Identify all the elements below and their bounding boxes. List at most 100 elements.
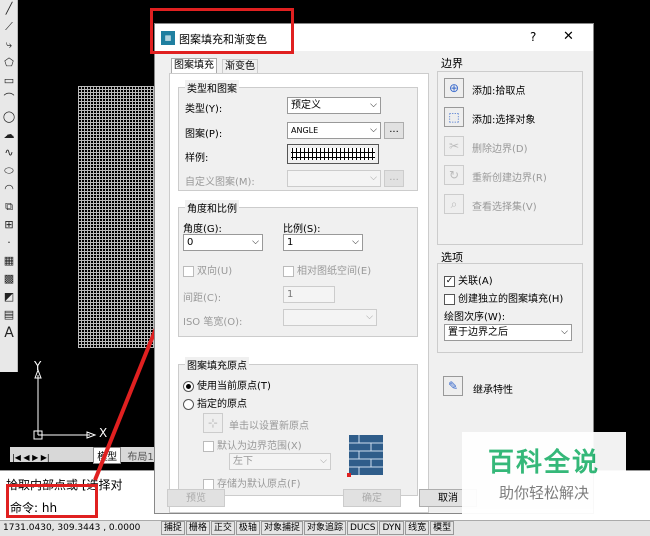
polygon-icon[interactable]: ⬠: [0, 54, 18, 72]
checkbox-box: [203, 440, 214, 452]
layout-tabs: |◀ ◀ ▶ ▶| 模型 布局1: [10, 447, 160, 464]
checkbox-box: [283, 265, 294, 277]
circle-icon[interactable]: ◯: [0, 108, 18, 126]
make-block-icon[interactable]: ⊞: [0, 216, 18, 234]
angle-scale-group: 角度和比例 角度(G): 0 ⌵ 比例(S): 1 ⌵ 双向(U) 相对图纸空间(E…: [178, 200, 418, 337]
checkbox-box: [183, 265, 194, 277]
iso-pen-width-label: ISO 笔宽(O):: [183, 317, 243, 328]
ok-button[interactable]: 确定: [343, 489, 401, 507]
status-toggle[interactable]: 线宽: [405, 521, 430, 535]
remove-boundaries-button[interactable]: ✂: [444, 136, 464, 156]
associative-checkbox[interactable]: ✓ 关联(A): [444, 272, 493, 287]
default-extent-checkbox[interactable]: 默认为边界范围(X): [203, 437, 302, 452]
chevron-down-icon: ⌵: [352, 237, 359, 247]
extent-position-select[interactable]: 左下 ⌵: [229, 453, 331, 470]
status-toggle[interactable]: 捕捉: [160, 521, 185, 535]
angle-label: 角度(G):: [183, 224, 222, 235]
tab-layout1[interactable]: 布局1: [124, 448, 156, 463]
recreate-boundary-button[interactable]: ↻: [444, 165, 464, 185]
tab-model[interactable]: 模型: [93, 447, 122, 464]
tab-panel: 类型和图案 类型(Y): 预定义 ⌵ 图案(P): ANGLE ⌵ ... 样例: …: [169, 73, 429, 513]
hatch-origin-group: 图案填充原点 使用当前原点(T) 指定的原点 ⊹ 单击以设置新原点 默认为边界范…: [178, 357, 418, 496]
chevron-down-icon: ⌵: [561, 327, 568, 337]
draw-toolbar: ╱ ⟋ ⤷ ⬠ ▭ ⌒ ◯ ☁ ∿ ⬭ ◠ ⧉ ⊞ · ▦ ▩ ◩ ▤ A: [0, 0, 18, 372]
chevron-down-icon: ⌵: [320, 456, 327, 466]
chevron-down-icon: ⌵: [370, 173, 377, 183]
preview-button[interactable]: 预览: [167, 489, 225, 507]
line-icon[interactable]: ╱: [0, 0, 18, 18]
type-select[interactable]: 预定义 ⌵: [287, 97, 381, 114]
tab-gradient[interactable]: 渐变色: [222, 59, 258, 73]
pattern-label: 图案(P):: [185, 129, 223, 140]
angle-select[interactable]: 0 ⌵: [183, 234, 263, 251]
scale-label: 比例(S):: [283, 224, 321, 235]
pattern-sample-swatch[interactable]: [287, 144, 379, 164]
status-toggle[interactable]: 栅格: [185, 521, 210, 535]
construction-line-icon[interactable]: ⟋: [0, 18, 18, 36]
remove-boundary-icon: ✂: [448, 139, 460, 153]
checkbox-box: [203, 478, 214, 490]
relative-paper-checkbox[interactable]: 相对图纸空间(E): [283, 262, 371, 277]
double-checkbox[interactable]: 双向(U): [183, 262, 232, 277]
multiline-text-icon[interactable]: A: [0, 324, 18, 342]
ucs-y-label: Y: [34, 359, 42, 373]
remove-boundaries-label: 删除边界(D): [472, 144, 528, 155]
click-origin-icon: ⊹: [207, 416, 219, 430]
add-pick-points-button[interactable]: ⊕: [444, 78, 464, 98]
status-bar: 1731.0430, 309.3443 , 0.0000 捕捉 栅格 正交 极轴 对象捕…: [0, 520, 650, 536]
region-icon[interactable]: ◩: [0, 288, 18, 306]
independent-hatch-checkbox[interactable]: 创建独立的图案填充(H): [444, 290, 563, 305]
inherit-properties-button[interactable]: ✎: [443, 376, 463, 396]
ellipse-arc-icon[interactable]: ◠: [0, 180, 18, 198]
hatch-icon[interactable]: ▦: [0, 252, 18, 270]
origin-preview-icon: [347, 435, 383, 477]
spacing-input[interactable]: 1: [283, 286, 335, 303]
status-toggle[interactable]: 对象追踪: [303, 521, 346, 535]
annotation-box-command: [6, 484, 98, 518]
chevron-down-icon: ⌵: [252, 237, 259, 247]
status-toggle[interactable]: 正交: [210, 521, 235, 535]
status-toggle[interactable]: 极轴: [235, 521, 260, 535]
checkbox-box: [444, 293, 455, 305]
polyline-icon[interactable]: ⤷: [0, 36, 18, 54]
status-toggle[interactable]: DYN: [379, 521, 405, 535]
draw-order-label: 绘图次序(W):: [444, 312, 506, 323]
help-button[interactable]: ?: [530, 30, 536, 44]
status-toggle[interactable]: 对象捕捉: [260, 521, 303, 535]
revision-cloud-icon[interactable]: ☁: [0, 126, 18, 144]
status-toggle[interactable]: 模型: [430, 521, 455, 535]
radio-dot: [183, 398, 194, 410]
point-icon[interactable]: ·: [0, 234, 18, 252]
status-toggle[interactable]: DUCS: [346, 521, 379, 535]
brush-icon: ✎: [447, 379, 459, 393]
tab-hatch[interactable]: 图案填充: [171, 58, 217, 73]
set-origin-button[interactable]: ⊹: [203, 413, 223, 433]
recreate-boundary-label: 重新创建边界(R): [472, 173, 547, 184]
pattern-select[interactable]: ANGLE ⌵: [287, 122, 381, 139]
pattern-browse-button[interactable]: ...: [384, 122, 404, 139]
scale-select[interactable]: 1 ⌵: [283, 234, 363, 251]
magnifier-icon: ⌕: [450, 197, 458, 211]
arc-icon[interactable]: ⌒: [0, 90, 18, 108]
iso-pen-width-select[interactable]: ⌵: [283, 309, 377, 326]
custom-pattern-select[interactable]: ⌵: [287, 170, 381, 187]
draw-order-select[interactable]: 置于边界之后 ⌵: [444, 324, 572, 341]
rectangle-icon[interactable]: ▭: [0, 72, 18, 90]
use-current-origin-radio[interactable]: 使用当前原点(T): [183, 377, 271, 392]
spline-icon[interactable]: ∿: [0, 144, 18, 162]
add-select-objects-button[interactable]: ⬚: [444, 107, 464, 127]
tab-nav-arrows[interactable]: |◀ ◀ ▶ ▶|: [10, 453, 90, 462]
click-set-origin-label: 单击以设置新原点: [229, 421, 309, 432]
gradient-icon[interactable]: ▩: [0, 270, 18, 288]
chevron-down-icon: ⌵: [370, 100, 377, 110]
ellipse-icon[interactable]: ⬭: [0, 162, 18, 180]
view-selections-button[interactable]: ⌕: [444, 194, 464, 214]
add-pick-points-label: 添加:拾取点: [472, 86, 526, 97]
insert-block-icon[interactable]: ⧉: [0, 198, 18, 216]
specified-origin-radio[interactable]: 指定的原点: [183, 395, 247, 410]
table-icon[interactable]: ▤: [0, 306, 18, 324]
boundary-title: 边界: [441, 57, 463, 70]
close-button[interactable]: ✕: [563, 29, 574, 44]
store-default-origin-checkbox[interactable]: 存储为默认原点(F): [203, 475, 301, 490]
custom-pattern-browse-button[interactable]: ...: [384, 170, 404, 187]
